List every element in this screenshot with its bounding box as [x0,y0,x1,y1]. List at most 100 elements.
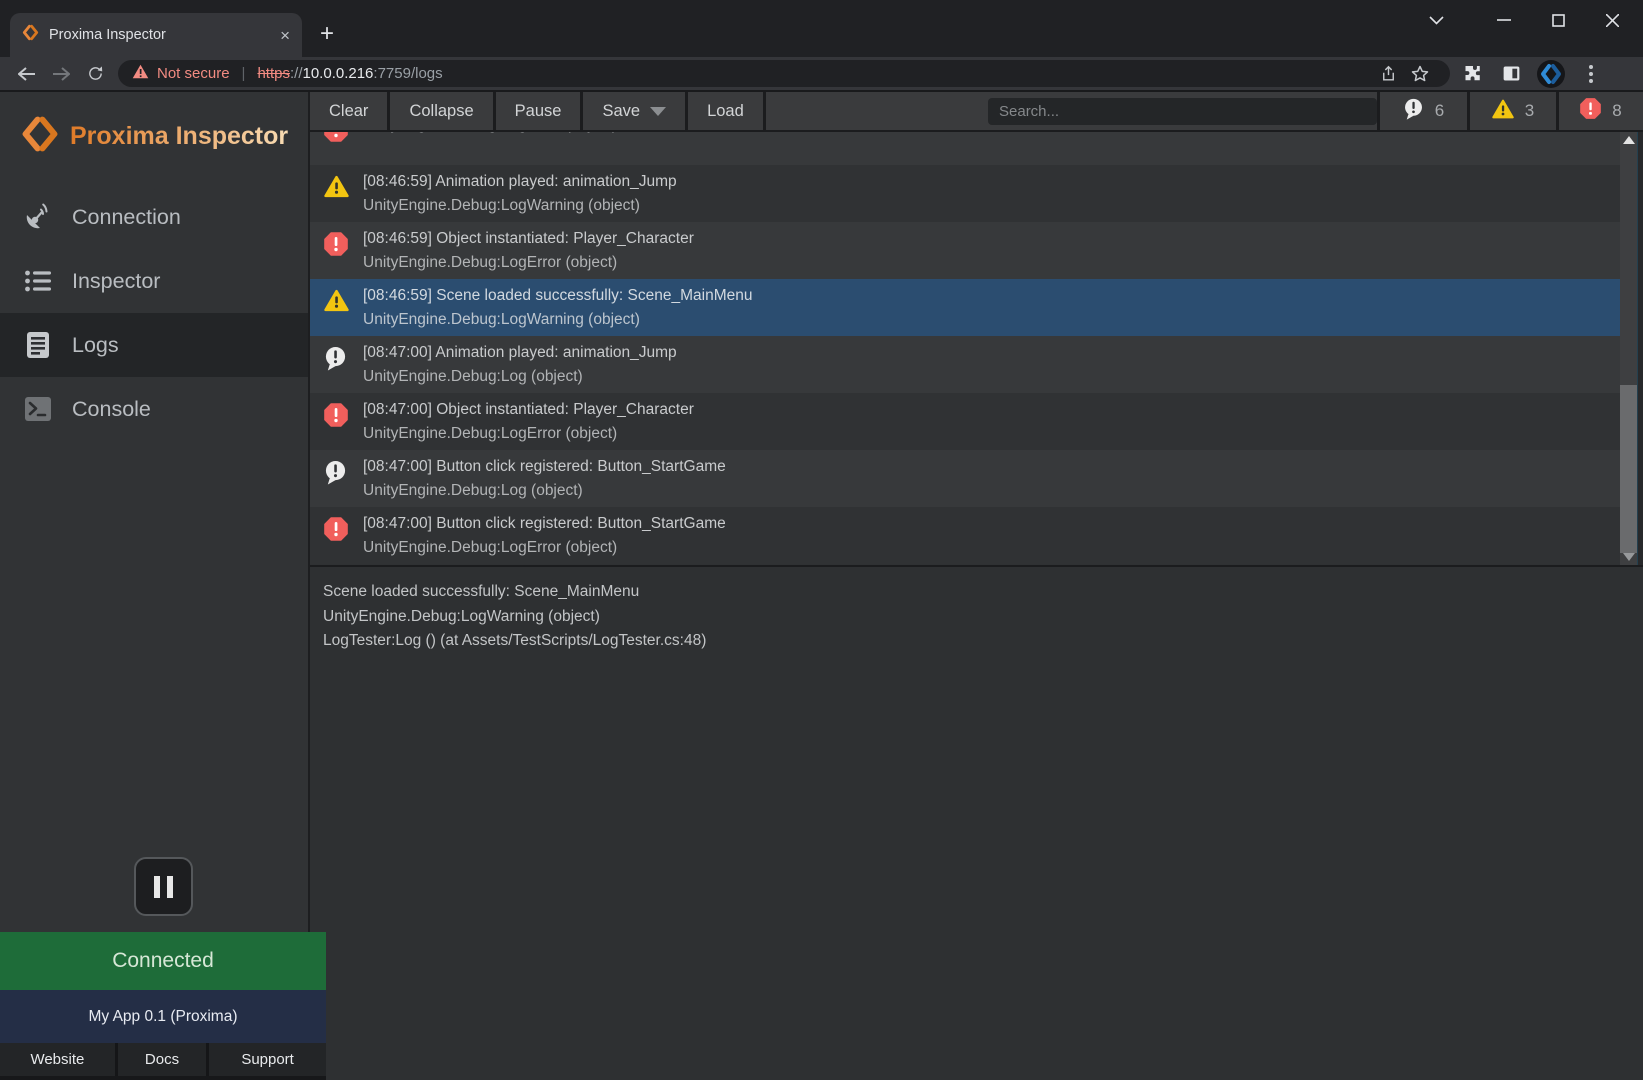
app-logo: Proxima Inspector [0,92,308,167]
back-button[interactable] [10,60,44,88]
support-link[interactable]: Support [206,1043,326,1076]
sidebar: Proxima Inspector Connection [0,92,310,1080]
browser-tab[interactable]: Proxima Inspector × [10,13,302,57]
warning-triangle-icon [324,289,350,317]
log-message: [08:47:00] Button click registered: Butt… [363,455,726,479]
docs-link[interactable]: Docs [115,1043,206,1076]
bookmark-star-icon[interactable] [1404,64,1436,84]
error-octagon-icon [324,132,350,147]
detail-message: Scene loaded successfully: Scene_MainMen… [323,580,1643,605]
warning-filter-toggle[interactable]: 3 [1467,92,1556,130]
info-count: 6 [1435,101,1444,121]
log-entry-row[interactable]: [08:47:00] Button click registered: Butt… [310,507,1620,564]
error-count: 8 [1612,101,1621,121]
log-entry-row[interactable]: [08:46:59] Object instantiated: Player_C… [310,222,1620,279]
log-entry-row[interactable]: [08:46:59] Scene loaded successfully: Sc… [310,279,1620,336]
search-input[interactable] [988,98,1377,125]
satellite-dish-icon [22,202,54,232]
scroll-up-arrow-icon[interactable] [1623,136,1635,144]
website-link[interactable]: Website [0,1043,115,1076]
side-panel-icon[interactable] [1492,60,1530,88]
scrollbar-thumb[interactable] [1620,385,1637,553]
log-entry-row[interactable]: UnityEngine.Debug:LogError (object) [310,132,1620,165]
log-entry-row[interactable]: [08:46:59] Animation played: animation_J… [310,165,1620,222]
url-divider: | [242,65,246,82]
tab-search-chevron-icon[interactable] [1409,2,1463,38]
warning-triangle-icon [1492,99,1514,124]
log-document-icon [22,331,54,359]
logs-toolbar: Clear Collapse Pause Save Load [310,92,1643,132]
log-source: UnityEngine.Debug:Log (object) [363,365,677,389]
error-octagon-icon [324,517,350,546]
browser-menu-icon[interactable] [1572,60,1610,88]
omnibox[interactable]: Not secure | https://10.0.0.216:7759/log… [118,60,1450,87]
log-message: [08:46:59] Animation played: animation_J… [363,170,677,194]
error-filter-toggle[interactable]: 8 [1556,92,1643,130]
scroll-down-arrow-icon[interactable] [1623,553,1635,561]
share-icon[interactable] [1372,64,1404,83]
log-message: [08:47:00] Button click registered: Butt… [363,512,726,536]
info-bubble-icon [324,346,350,376]
pause-stream-button[interactable] [134,857,193,916]
not-secure-label[interactable]: Not secure [157,65,230,82]
bullet-list-icon [22,268,54,294]
log-message: [08:47:00] Object instantiated: Player_C… [363,398,694,422]
sidebar-item-label: Connection [72,205,181,230]
browser-address-bar: Not secure | https://10.0.0.216:7759/log… [0,57,1643,90]
save-dropdown-caret-icon[interactable] [650,107,666,116]
log-scrollbar[interactable] [1620,132,1637,565]
info-filter-toggle[interactable]: 6 [1377,92,1467,130]
log-entry-row[interactable]: [08:47:00] Button click registered: Butt… [310,450,1620,507]
log-source: UnityEngine.Debug:LogError (object) [363,422,694,446]
sidebar-item-logs[interactable]: Logs [0,313,308,377]
proxima-logo-icon [22,116,58,157]
error-octagon-icon [1580,98,1601,124]
warning-count: 3 [1525,101,1534,121]
url-text[interactable]: https://10.0.0.216:7759/logs [257,65,442,82]
log-source: UnityEngine.Debug:LogError (object) [363,132,617,137]
forward-button[interactable] [44,60,78,88]
load-button[interactable]: Load [688,92,766,130]
log-detail-pane: Scene loaded successfully: Scene_MainMen… [310,565,1643,1080]
sidebar-item-label: Inspector [72,269,160,294]
log-message: [08:46:59] Object instantiated: Player_C… [363,227,694,251]
app-title: Proxima Inspector [70,122,288,151]
proxima-extension-icon[interactable] [1532,60,1570,88]
extensions-puzzle-icon[interactable] [1452,60,1490,88]
window-maximize-button[interactable] [1531,2,1585,38]
log-source: UnityEngine.Debug:Log (object) [363,479,726,503]
warning-triangle-icon [324,175,350,203]
error-octagon-icon [324,232,350,261]
window-minimize-button[interactable] [1477,2,1531,38]
sidebar-item-console[interactable]: Console [0,377,308,441]
sidebar-item-inspector[interactable]: Inspector [0,249,308,313]
sidebar-footer: Website Docs Support [0,1043,326,1076]
new-tab-button[interactable]: + [312,19,342,49]
window-close-button[interactable] [1585,2,1639,38]
connection-status-badge: Connected [0,932,326,990]
error-octagon-icon [324,403,350,432]
reload-button[interactable] [78,60,112,88]
collapse-button[interactable]: Collapse [390,92,495,130]
detail-source: UnityEngine.Debug:LogWarning (object) [323,605,1643,630]
right-edge-rail [1637,132,1643,565]
info-bubble-icon [324,460,350,490]
proxima-favicon-icon [22,24,39,46]
save-button[interactable]: Save [583,92,688,130]
pause-button[interactable]: Pause [496,92,584,130]
log-list: UnityEngine.Debug:LogError (object) [310,132,1643,565]
tab-close-icon[interactable]: × [280,27,290,44]
connected-app-label: My App 0.1 (Proxima) [0,990,326,1043]
clear-button[interactable]: Clear [310,92,390,130]
log-message: [08:46:59] Scene loaded successfully: Sc… [363,284,752,308]
sidebar-item-connection[interactable]: Connection [0,185,308,249]
browser-tab-strip: Proxima Inspector × + [0,0,1643,57]
detail-stacktrace: LogTester:Log () (at Assets/TestScripts/… [323,629,1643,654]
info-bubble-icon [1403,98,1424,125]
log-entry-row[interactable]: [08:47:00] Animation played: animation_J… [310,336,1620,393]
log-source: UnityEngine.Debug:LogError (object) [363,536,726,560]
log-source: UnityEngine.Debug:LogError (object) [363,251,694,275]
pause-icon [154,876,160,898]
log-entry-row[interactable]: [08:47:00] Object instantiated: Player_C… [310,393,1620,450]
terminal-icon [22,396,54,422]
